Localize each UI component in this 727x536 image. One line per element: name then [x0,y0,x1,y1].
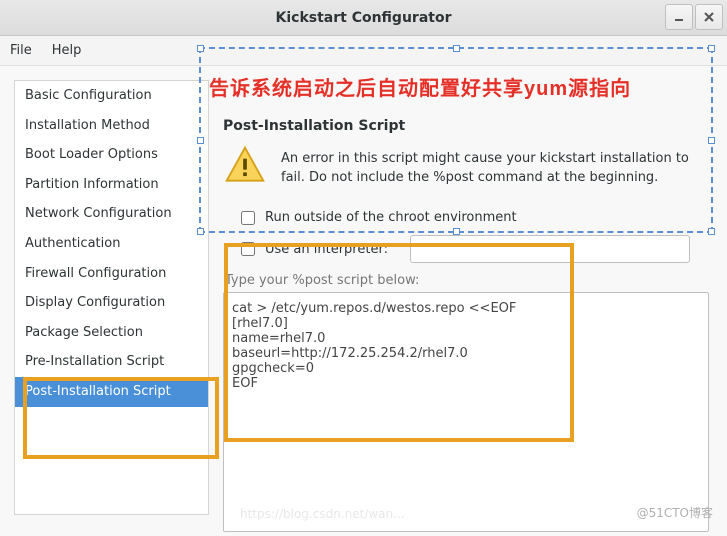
post-script-textarea[interactable] [223,292,709,532]
sidebar-item-post-install[interactable]: Post-Installation Script [15,377,208,407]
interpreter-row: Use an interpreter: [241,235,709,263]
content-area: Basic Configuration Installation Method … [0,66,727,529]
chroot-checkbox[interactable] [241,211,255,225]
sidebar-item-packages[interactable]: Package Selection [15,318,208,348]
window-controls [665,4,723,30]
interpreter-checkbox[interactable] [241,242,255,256]
minimize-button[interactable] [665,4,693,30]
sidebar-item-display[interactable]: Display Configuration [15,288,208,318]
script-label: Type your %post script below: [225,273,709,288]
menu-file[interactable]: File [10,43,32,58]
sidebar-item-pre-install[interactable]: Pre-Installation Script [15,347,208,377]
chroot-label: Run outside of the chroot environment [265,210,517,225]
warning-text: An error in this script might cause your… [281,149,709,188]
warning-row: An error in this script might cause your… [223,144,709,192]
window-title: Kickstart Configurator [0,10,727,26]
sidebar-item-partition[interactable]: Partition Information [15,170,208,200]
warning-icon [223,144,267,192]
interpreter-input[interactable] [410,235,690,263]
sidebar-item-firewall[interactable]: Firewall Configuration [15,259,208,289]
chroot-row: Run outside of the chroot environment [241,210,709,225]
annotation-text: 告诉系统启动之后自动配置好共享yum源指向 [209,72,631,101]
sidebar-item-auth[interactable]: Authentication [15,229,208,259]
sidebar-item-basic[interactable]: Basic Configuration [15,81,208,111]
faded-watermark: https://blog.csdn.net/wan... [240,507,405,521]
sidebar: Basic Configuration Installation Method … [14,80,209,515]
sidebar-item-install-method[interactable]: Installation Method [15,111,208,141]
titlebar: Kickstart Configurator [0,0,727,36]
watermark: @51CTO博客 [637,504,713,521]
menubar: File Help [0,36,727,66]
panel-title: Post-Installation Script [223,118,709,134]
menu-help[interactable]: Help [52,43,82,58]
sidebar-item-network[interactable]: Network Configuration [15,199,208,229]
main-panel: 告诉系统启动之后自动配置好共享yum源指向 Post-Installation … [209,66,727,529]
sidebar-item-bootloader[interactable]: Boot Loader Options [15,140,208,170]
interpreter-label: Use an interpreter: [265,242,388,257]
close-button[interactable] [695,4,723,30]
